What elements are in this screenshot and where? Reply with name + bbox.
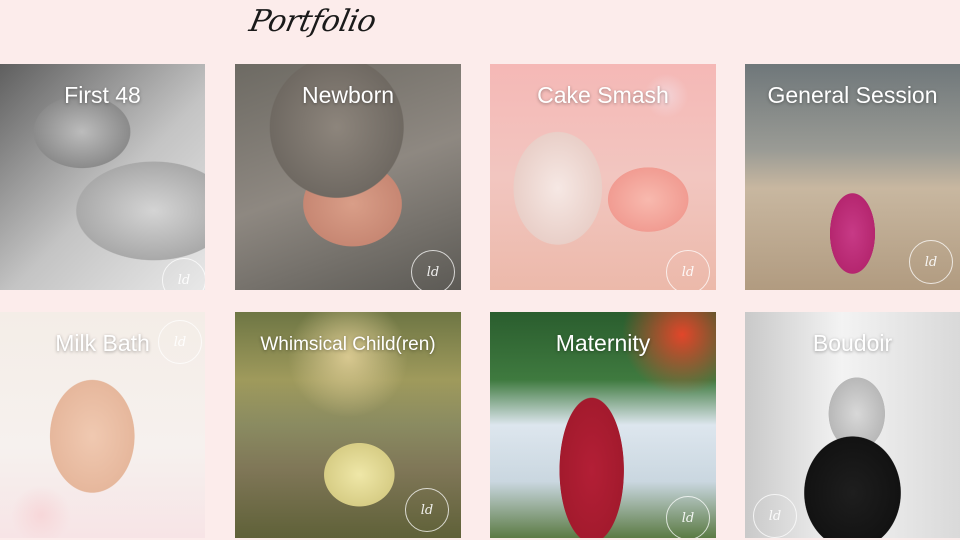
- portfolio-tile-boudoir[interactable]: Boudoir ld: [745, 312, 960, 538]
- tile-label: General Session: [767, 82, 938, 108]
- tile-label: Whimsical Child(ren): [260, 334, 436, 355]
- watermark-logo: ld: [666, 496, 710, 538]
- tile-label: First 48: [64, 82, 141, 108]
- portfolio-tile-newborn[interactable]: Newborn ld: [235, 64, 461, 290]
- watermark-logo: ld: [158, 320, 202, 364]
- portfolio-tile-cake-smash[interactable]: Cake Smash ld: [490, 64, 716, 290]
- portfolio-tile-whimsical-children[interactable]: Whimsical Child(ren) ld: [235, 312, 461, 538]
- watermark-logo: ld: [405, 488, 449, 532]
- tile-label: Newborn: [301, 82, 395, 108]
- watermark-logo: ld: [753, 494, 797, 538]
- portfolio-tile-first-48[interactable]: First 48 ld: [0, 64, 205, 290]
- portfolio-tile-maternity[interactable]: Maternity ld: [490, 312, 716, 538]
- page-title: Portfolio: [246, 4, 380, 39]
- tile-label: Boudoir: [812, 330, 893, 356]
- watermark-logo: ld: [411, 250, 455, 290]
- watermark-logo: ld: [666, 250, 710, 290]
- portfolio-tile-milk-bath[interactable]: Milk Bath ld: [0, 312, 205, 538]
- watermark-logo: ld: [162, 258, 205, 290]
- tile-label: Cake Smash: [537, 82, 669, 108]
- watermark-logo: ld: [909, 240, 953, 284]
- tile-label: Maternity: [555, 330, 651, 356]
- portfolio-tile-general-session[interactable]: General Session ld: [745, 64, 960, 290]
